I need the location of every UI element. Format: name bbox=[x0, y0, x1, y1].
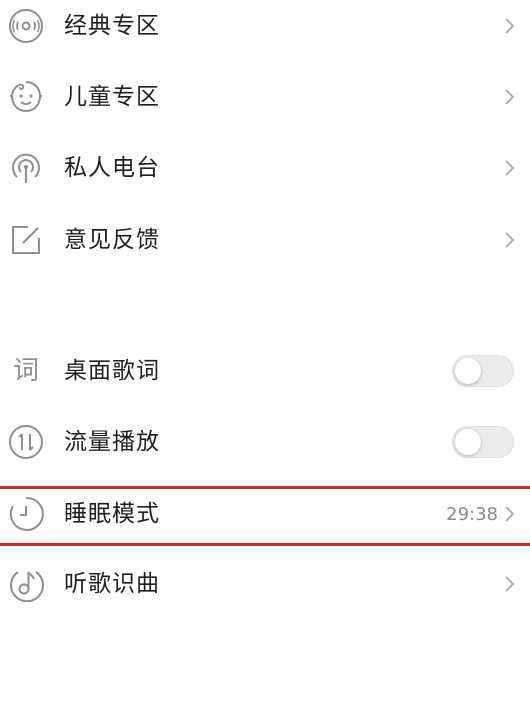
setting-label: 流量播放 bbox=[64, 428, 160, 455]
menu-item-label: 儿童专区 bbox=[64, 83, 160, 110]
setting-song-recognition[interactable]: 听歌识曲 bbox=[0, 554, 530, 614]
chevron-right-icon bbox=[505, 506, 515, 522]
lyrics-icon: 词 bbox=[8, 353, 44, 389]
menu-item-feedback[interactable]: 意见反馈 bbox=[0, 210, 530, 270]
setting-sleep-mode[interactable]: 睡眠模式 29:38 bbox=[0, 484, 530, 544]
clock-icon bbox=[8, 496, 44, 532]
chevron-right-icon bbox=[505, 576, 515, 592]
setting-label: 桌面歌词 bbox=[64, 357, 160, 384]
menu-item-classic[interactable]: 经典专区 bbox=[0, 0, 530, 56]
chevron-right-icon bbox=[505, 89, 515, 105]
menu-item-label: 私人电台 bbox=[64, 154, 160, 181]
desktop-lyrics-toggle[interactable] bbox=[452, 355, 514, 387]
vinyl-icon bbox=[8, 8, 44, 44]
menu-item-private-radio[interactable]: 私人电台 bbox=[0, 138, 530, 198]
setting-label: 睡眠模式 bbox=[64, 500, 160, 527]
menu-item-kids[interactable]: 儿童专区 bbox=[0, 67, 530, 127]
data-arrows-icon bbox=[8, 424, 44, 460]
toggle-knob bbox=[455, 429, 481, 455]
menu-item-label: 意见反馈 bbox=[64, 226, 160, 253]
edit-icon bbox=[8, 222, 44, 258]
setting-data-playback: 流量播放 bbox=[0, 412, 530, 472]
setting-label: 听歌识曲 bbox=[64, 570, 160, 597]
sleep-timer-value: 29:38 bbox=[446, 503, 498, 525]
chevron-right-icon bbox=[505, 160, 515, 176]
lyrics-icon-glyph: 词 bbox=[12, 356, 39, 386]
radio-antenna-icon bbox=[8, 150, 44, 186]
music-note-icon bbox=[8, 566, 44, 602]
chevron-right-icon bbox=[505, 18, 515, 34]
chevron-right-icon bbox=[505, 232, 515, 248]
toggle-knob bbox=[455, 358, 481, 384]
setting-desktop-lyrics: 词 桌面歌词 bbox=[0, 341, 530, 401]
menu-item-label: 经典专区 bbox=[64, 12, 160, 39]
child-face-icon bbox=[8, 79, 44, 115]
data-playback-toggle[interactable] bbox=[452, 426, 514, 458]
